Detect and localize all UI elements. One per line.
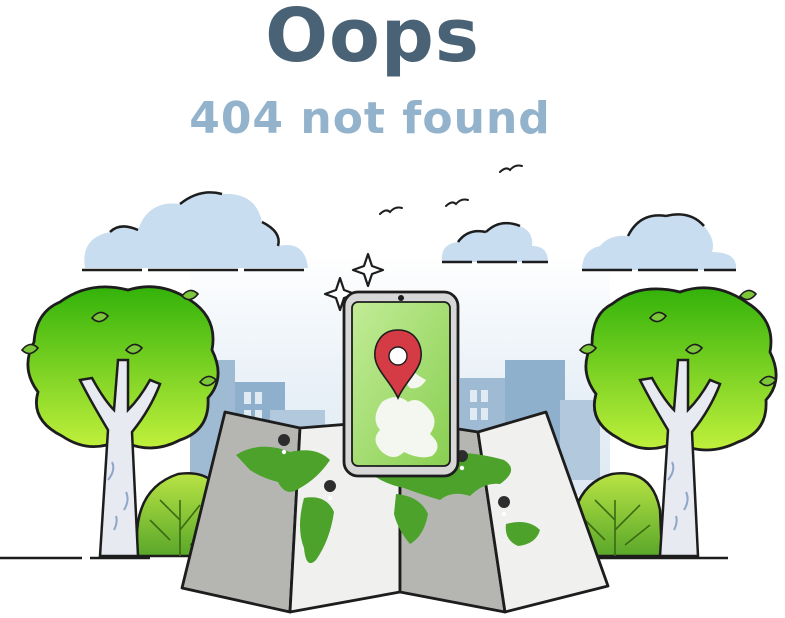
phone-icon [342,290,460,478]
cloud-left [82,191,309,272]
cloud-right [582,213,737,272]
cloud-middle [441,221,548,264]
bird-icon [379,164,523,215]
lost-map-illustration [0,164,778,614]
